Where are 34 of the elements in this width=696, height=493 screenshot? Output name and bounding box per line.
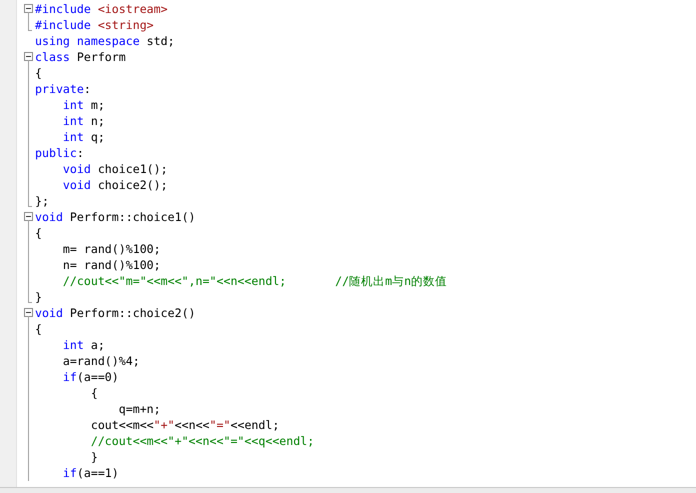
code-line: }; [35,193,49,209]
code-line: if(a==1) [62,465,119,481]
collapse-icon[interactable] [24,4,33,13]
code-line: #include <iostream> [35,1,168,17]
code-line: } [35,289,42,305]
code-line: { [35,65,42,81]
code-line: { [90,385,98,401]
code-line: void Perform::choice2() [35,305,196,321]
collapse-icon[interactable] [24,52,33,61]
code-line: //cout<<m<<"+"<<n<<"="<<q<<endl; [90,433,314,449]
code-line: q=m+n; [118,401,161,417]
code-line: a=rand()%4; [62,353,140,369]
code-line: cout<<m<<"+"<<n<<"="<<endl; [90,417,280,433]
code-line: //cout<<"m="<<m<<",n="<<n<<endl; //随机出m与n的数值 [62,273,448,289]
code-line: using namespace std; [35,33,175,49]
code-line: m= rand()%100; [62,241,161,257]
code-line: { [35,321,42,337]
code-line: void choice1(); [62,161,168,177]
code-line: class Perform [35,49,126,65]
code-line: private: [35,81,91,97]
code-line: if(a==0) [62,369,119,385]
code-line: n= rand()%100; [62,257,161,273]
code-line: public: [35,145,84,161]
code-line: int q; [62,129,105,145]
code-line: } [90,449,98,465]
code-line: int m; [62,97,105,113]
code-line: { [35,225,42,241]
code-line: #include <string> [35,17,154,33]
collapse-icon[interactable] [24,308,33,317]
code-line: int n; [62,113,105,129]
code-line: int a; [62,337,105,353]
code-line: void Perform::choice1() [35,209,196,225]
code-line: void choice2(); [62,177,168,193]
collapse-icon[interactable] [24,212,33,221]
